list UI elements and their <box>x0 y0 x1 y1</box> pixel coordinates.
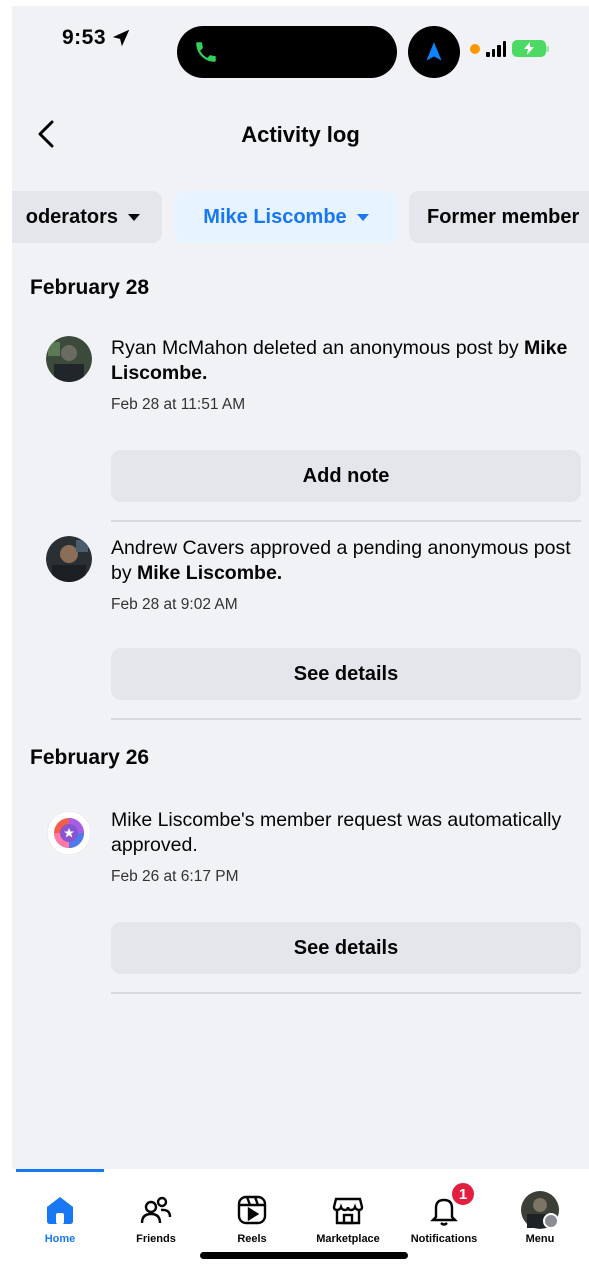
status-bar: 9:53 <box>12 6 589 96</box>
filter-moderators[interactable]: oderators <box>12 191 162 243</box>
screen: 9:53 Activity log oderators Mike Liscomb… <box>12 6 589 1279</box>
action-text: deleted an anonymous post by <box>247 337 524 359</box>
actor-name[interactable]: Mike Liscombe's <box>111 809 255 831</box>
nav-label: Home <box>44 1233 76 1245</box>
nav-menu[interactable]: Menu <box>492 1181 588 1251</box>
battery-icon <box>512 40 549 57</box>
notification-badge: 1 <box>450 1181 476 1207</box>
page-title: Activity log <box>241 122 360 147</box>
navigation-arrow-icon <box>426 42 442 61</box>
clock-text: 9:53 <box>62 26 107 49</box>
dynamic-island[interactable] <box>177 26 397 78</box>
nav-label: Friends <box>136 1233 176 1245</box>
nav-home[interactable]: Home <box>12 1181 108 1251</box>
caret-down-icon <box>128 213 140 221</box>
mic-indicator-icon <box>470 43 480 54</box>
actor-name[interactable]: Ryan McMahon <box>111 337 248 359</box>
actor-name[interactable]: Andrew Cavers <box>111 537 244 559</box>
nav-label: Marketplace <box>316 1233 380 1245</box>
navigation-indicator[interactable] <box>408 26 460 78</box>
home-icon <box>47 1197 73 1224</box>
phone-call-icon <box>196 42 216 62</box>
profile-avatar <box>521 1191 559 1229</box>
avatar[interactable] <box>46 336 92 382</box>
nav-friends[interactable]: Friends <box>108 1181 204 1251</box>
nav-marketplace[interactable]: Marketplace <box>300 1181 396 1251</box>
filter-chips: oderators Mike Liscombe Former member <box>12 191 589 245</box>
nav-notifications[interactable]: 1 Notifications <box>396 1181 492 1251</box>
app-header: Activity log <box>12 102 589 166</box>
home-indicator[interactable] <box>200 1252 408 1259</box>
active-tab-indicator <box>16 1169 104 1172</box>
marketplace-icon <box>332 1197 364 1225</box>
entry-timestamp: Feb 28 at 9:02 AM <box>111 596 238 613</box>
target-name[interactable]: Mike Liscombe. <box>137 562 282 584</box>
auto-approval-icon <box>46 810 92 856</box>
entry-description: Mike Liscombe's member request was autom… <box>111 808 571 858</box>
add-note-button[interactable]: Add note <box>111 450 581 502</box>
friends-icon <box>140 1196 172 1224</box>
date-heading: February 28 <box>30 276 150 299</box>
entry-description: Andrew Cavers approved a pending anonymo… <box>111 536 571 586</box>
nav-reels[interactable]: Reels <box>204 1181 300 1251</box>
nav-label: Notifications <box>410 1233 478 1245</box>
see-details-button[interactable]: See details <box>111 648 581 700</box>
entry-description: Ryan McMahon deleted an anonymous post b… <box>111 336 571 386</box>
filter-label: Mike Liscombe <box>203 205 347 228</box>
filter-label: oderators <box>25 205 118 228</box>
system-icons <box>470 40 549 57</box>
location-arrow-icon <box>112 29 130 47</box>
filter-label: Former member <box>427 205 580 228</box>
nav-label: Menu <box>525 1233 555 1245</box>
bottom-navigation: Home Friends Reels Marketplace 1 Notific… <box>12 1169 589 1279</box>
entry-timestamp: Feb 26 at 6:17 PM <box>111 868 239 885</box>
divider <box>111 520 581 522</box>
status-time: 9:53 <box>62 26 132 50</box>
date-heading: February 26 <box>30 746 150 769</box>
signal-icon <box>486 40 506 57</box>
avatar[interactable] <box>46 536 92 582</box>
reels-icon <box>237 1195 267 1225</box>
divider <box>111 718 581 720</box>
caret-down-icon <box>356 213 369 221</box>
see-details-button[interactable]: See details <box>111 922 581 974</box>
divider <box>111 992 581 994</box>
filter-member-selected[interactable]: Mike Liscombe <box>174 191 398 243</box>
filter-former-members[interactable]: Former member <box>409 191 589 243</box>
nav-label: Reels <box>237 1233 267 1245</box>
entry-timestamp: Feb 28 at 11:51 AM <box>111 396 246 413</box>
